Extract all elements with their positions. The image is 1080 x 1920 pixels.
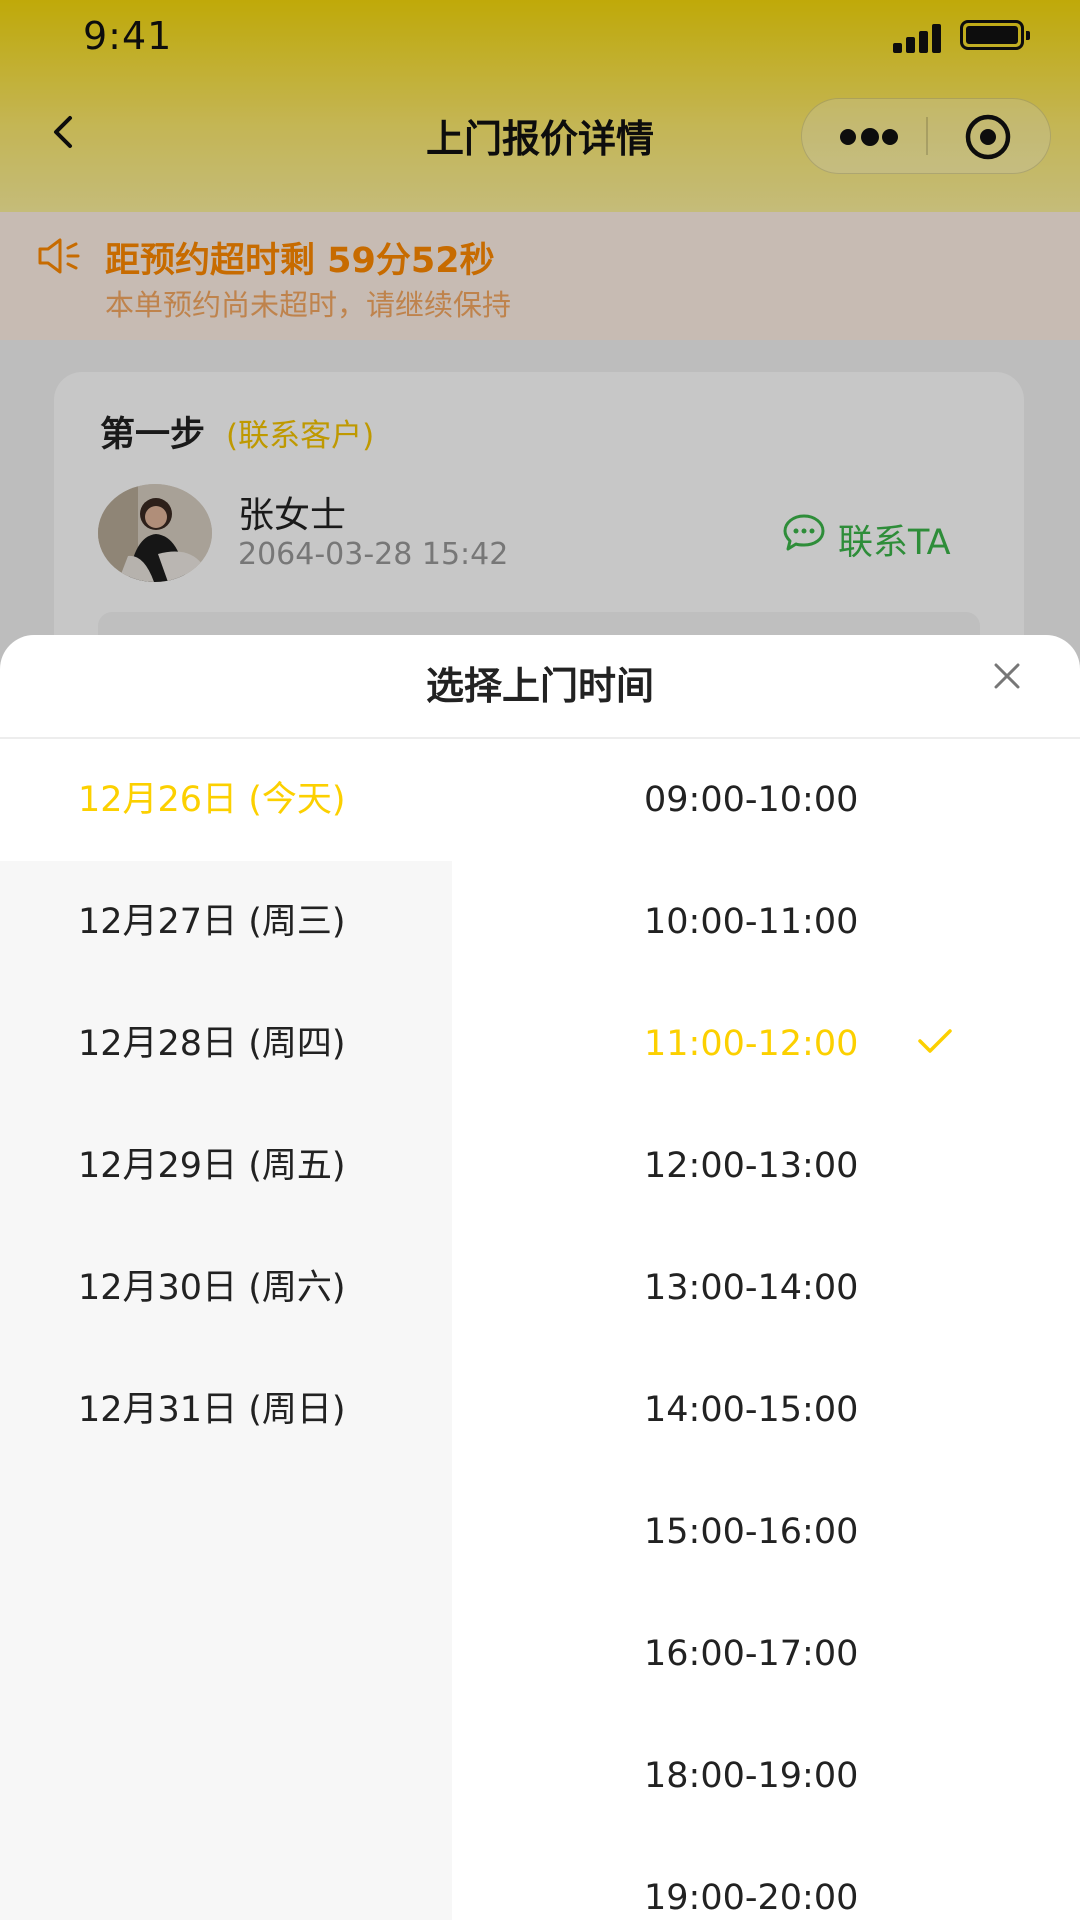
- time-slot-label: 19:00-20:00: [644, 1878, 859, 1918]
- time-slot-selected[interactable]: 11:00-12:00: [452, 983, 1080, 1105]
- time-slot-label: 10:00-11:00: [644, 902, 859, 942]
- time-slot-label: 11:00-12:00: [644, 1024, 859, 1064]
- time-slot-label: 18:00-19:00: [644, 1756, 859, 1796]
- time-slot[interactable]: 15:00-16:00: [452, 1471, 1080, 1593]
- time-slot[interactable]: 19:00-20:00: [452, 1837, 1080, 1920]
- time-slot[interactable]: 18:00-19:00: [452, 1715, 1080, 1837]
- date-list: 12月26日 (今天) 12月27日 (周三) 12月28日 (周四) 12月2…: [0, 739, 452, 1920]
- time-slot-label: 13:00-14:00: [644, 1268, 859, 1308]
- time-picker-sheet: 选择上门时间 12月26日 (今天) 12月27日 (周三) 12月28日 (周…: [0, 635, 1080, 1920]
- time-slot-label: 16:00-17:00: [644, 1634, 859, 1674]
- date-item[interactable]: 12月26日 (今天): [0, 739, 452, 861]
- time-slot-label: 12:00-13:00: [644, 1146, 859, 1186]
- time-slot-label: 09:00-10:00: [644, 780, 859, 820]
- date-item[interactable]: 12月28日 (周四): [0, 983, 452, 1105]
- time-slot[interactable]: 13:00-14:00: [452, 1227, 1080, 1349]
- check-icon: [918, 1029, 952, 1053]
- date-item[interactable]: 12月31日 (周日): [0, 1349, 452, 1471]
- time-slot[interactable]: 09:00-10:00: [452, 739, 1080, 861]
- time-slot-label: 15:00-16:00: [644, 1512, 859, 1552]
- time-slot[interactable]: 16:00-17:00: [452, 1593, 1080, 1715]
- time-slot[interactable]: 14:00-15:00: [452, 1349, 1080, 1471]
- sheet-title: 选择上门时间: [425, 664, 654, 708]
- date-item[interactable]: 12月29日 (周五): [0, 1105, 452, 1227]
- close-icon[interactable]: [990, 659, 1024, 693]
- time-slot-label: 14:00-15:00: [644, 1390, 859, 1430]
- date-item[interactable]: 12月27日 (周三): [0, 861, 452, 983]
- time-slot[interactable]: 12:00-13:00: [452, 1105, 1080, 1227]
- date-item[interactable]: 12月30日 (周六): [0, 1227, 452, 1349]
- time-slot[interactable]: 10:00-11:00: [452, 861, 1080, 983]
